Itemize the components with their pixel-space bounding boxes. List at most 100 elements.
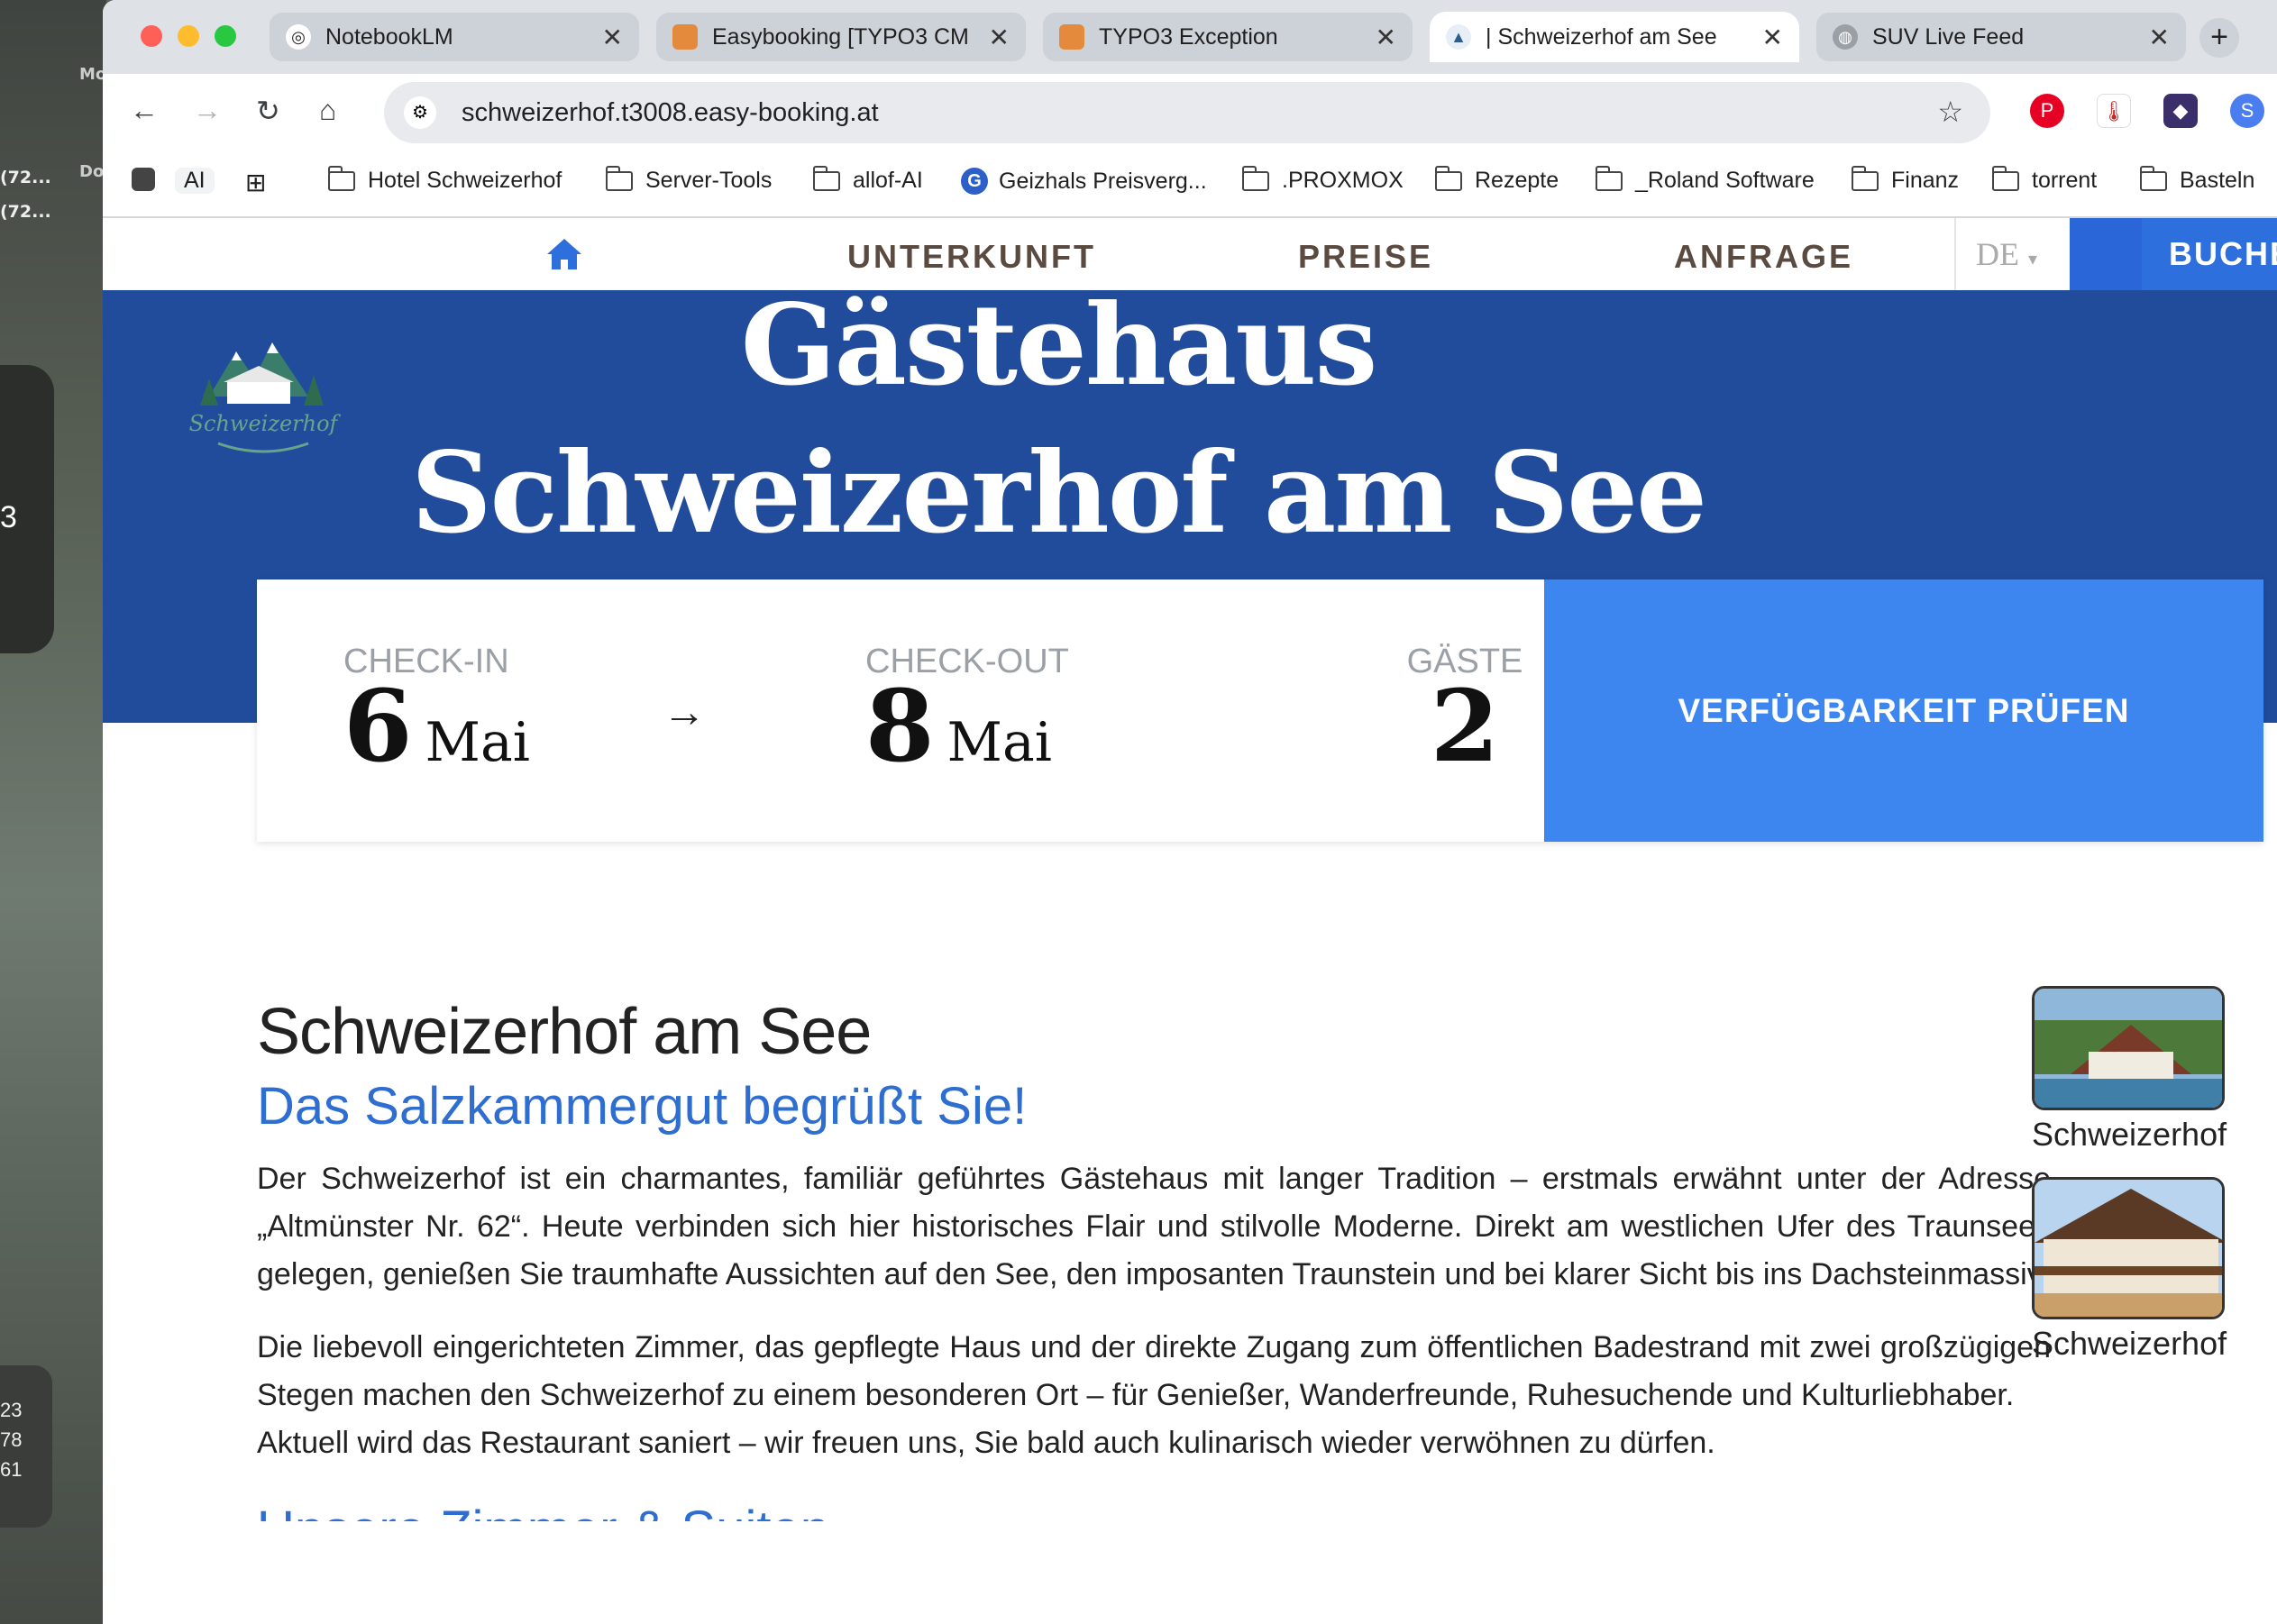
desktop-label: (72... [0,168,51,187]
tab-title: TYPO3 Exception [1099,23,1278,50]
language-label: DE [1976,236,2019,272]
bookmark-folder-server-tools[interactable]: Server-Tools [606,165,773,194]
page-heading: Schweizerhof am See [257,996,872,1068]
rooms-paragraph: Die liebevoll eingerichteten Zimmer, das… [257,1330,2051,1412]
bookmark-folder-torrent[interactable]: torrent [1992,165,2097,194]
folder-icon [1992,165,2019,191]
site-favicon-icon: ▲ [1446,24,1471,50]
thumbnail-gallery: Schweizerhof Schweizerhof [2032,986,2230,1386]
bookmark-label: Basteln [2180,168,2255,193]
site-settings-icon[interactable]: ⚙ [404,96,436,129]
folder-icon [1435,165,1462,191]
nav-anfrage[interactable]: ANFRAGE [1674,238,1853,276]
home-icon[interactable] [544,236,584,272]
desktop-label: Do [79,162,105,181]
checkin-field[interactable]: CHECK-IN 6 Mai [343,643,530,776]
logo-text: Schweizerhof [189,411,342,436]
bookmark-label: Geizhals Preisverg... [999,168,1207,194]
close-tab-icon[interactable]: ✕ [989,23,1010,52]
thumbnail-caption: Schweizerhof [2032,1325,2227,1362]
tab-typo3-exception[interactable]: TYPO3 Exception ✕ [1043,13,1413,61]
main-content: Schweizerhof am See Das Salzkammergut be… [257,991,2051,1521]
geizhals-icon: G [961,168,988,195]
bookmark-label: Server-Tools [645,168,773,193]
bookmark-star-icon[interactable]: ☆ [1937,95,1963,129]
back-icon[interactable]: ← [130,94,159,127]
bookmark-label: allof-AI [853,168,923,193]
guests-count: 2 [1430,668,1500,784]
bookmark-folder-finanz[interactable]: Finanz [1852,165,1959,194]
bookmark-folder-allof-ai[interactable]: allof-AI [813,165,923,194]
book-button[interactable]: BUCHE [2070,218,2277,290]
typo3-icon [672,24,698,50]
page-subheading: Das Salzkammergut begrüßt Sie! [257,1077,1028,1136]
bookmark-label: Rezepte [1475,168,1559,193]
url-text[interactable]: schweizerhof.t3008.easy-booking.at [462,98,879,128]
maximize-window-button[interactable] [215,25,236,47]
checkin-day: 6 [343,668,413,784]
folder-icon [606,165,633,191]
intro-paragraph: Der Schweizerhof ist ein charmantes, fam… [257,1162,2051,1291]
hotel-lake-photo [2035,989,2222,1108]
tab-title: SUV Live Feed [1872,23,2025,50]
bookmark-geizhals[interactable]: G Geizhals Preisverg... [961,168,1207,195]
folder-icon [2140,165,2167,191]
close-tab-icon[interactable]: ✕ [2149,23,2170,52]
close-tab-icon[interactable]: ✕ [1376,23,1396,52]
folder-icon [813,165,840,191]
globe-icon: ◍ [1833,24,1858,50]
nav-unterkunft[interactable]: UNTERKUNFT [847,238,1096,276]
minimize-window-button[interactable] [178,25,199,47]
close-tab-icon[interactable]: ✕ [1762,23,1783,52]
bookmark-folder-hotel-schweizerhof[interactable]: Hotel Schweizerhof [328,165,562,194]
book-label: BUCHE [2169,235,2277,272]
schweizerhof-logo[interactable]: Schweizerhof [182,315,344,478]
bookmark-folder-basteln[interactable]: Basteln [2140,165,2255,194]
check-availability-button[interactable]: VERFÜGBARKEIT PRÜFEN [1544,579,2263,842]
bookmark-ai[interactable]: AI [175,168,215,194]
close-tab-icon[interactable]: ✕ [602,23,623,52]
tab-suv-live-feed[interactable]: ◍ SUV Live Feed ✕ [1816,13,2186,61]
reload-icon[interactable]: ↻ [256,94,280,128]
close-window-button[interactable] [141,25,162,47]
tab-easybooking[interactable]: Easybooking [TYPO3 CM ✕ [656,13,1026,61]
restaurant-paragraph: Aktuell wird das Restaurant saniert – wi… [257,1426,1715,1460]
address-bar[interactable]: ⚙ schweizerhof.t3008.easy-booking.at ☆ [384,82,1990,143]
language-select[interactable]: DE ▾ [1954,218,2070,290]
home-browser-icon[interactable]: ⌂ [319,94,336,127]
bookmark-app-icon[interactable] [132,168,155,191]
color-extension-icon[interactable]: ◆ [2163,94,2198,128]
nav-preise[interactable]: PREISE [1298,238,1433,276]
apps-grid-icon[interactable]: ⊞ [245,168,266,197]
pinterest-icon[interactable]: P [2030,94,2064,128]
folder-icon [328,165,355,191]
bookmark-folder-proxmox[interactable]: .PROXMOX [1242,165,1404,194]
sync-extension-icon[interactable]: S [2230,94,2264,128]
next-section-heading: Unsere Zimmer & Suiten [257,1494,2051,1521]
checkout-field[interactable]: CHECK-OUT 8 Mai [865,643,1069,776]
arrow-right-icon: → [663,689,706,736]
window-controls [141,25,236,47]
folder-icon [1852,165,1879,191]
bookmark-label: _Roland Software [1635,168,1815,193]
widget-numbers: 23 78 61 [0,1365,52,1528]
folder-icon [1242,165,1269,191]
tab-bar: ◎ NotebookLM ✕ Easybooking [TYPO3 CM ✕ T… [103,0,2277,74]
chevron-down-icon: ▾ [2028,250,2038,269]
bookmark-folder-roland-software[interactable]: _Roland Software [1596,165,1815,194]
new-tab-button[interactable]: + [2199,18,2239,58]
notebooklm-icon: ◎ [286,24,311,50]
tab-notebooklm[interactable]: ◎ NotebookLM ✕ [270,13,639,61]
clock-widget: 3 [0,365,54,653]
tab-schweizerhof[interactable]: ▲ | Schweizerhof am See ✕ [1430,12,1799,62]
thumbnail-image[interactable] [2032,986,2225,1110]
bookmark-label: Hotel Schweizerhof [368,168,562,193]
thumbnail-image[interactable] [2032,1177,2225,1319]
widget-number: 23 [0,1399,23,1421]
browser-toolbar: ← → ↻ ⌂ ⚙ schweizerhof.t3008.easy-bookin… [103,74,2277,151]
guests-field[interactable]: GÄSTE 2 [1393,643,1537,776]
forward-icon[interactable]: → [193,94,222,127]
browser-window: ◎ NotebookLM ✕ Easybooking [TYPO3 CM ✕ T… [103,0,2277,1624]
bookmark-folder-rezepte[interactable]: Rezepte [1435,165,1559,194]
thermometer-extension-icon[interactable]: 🌡 [2097,94,2131,128]
